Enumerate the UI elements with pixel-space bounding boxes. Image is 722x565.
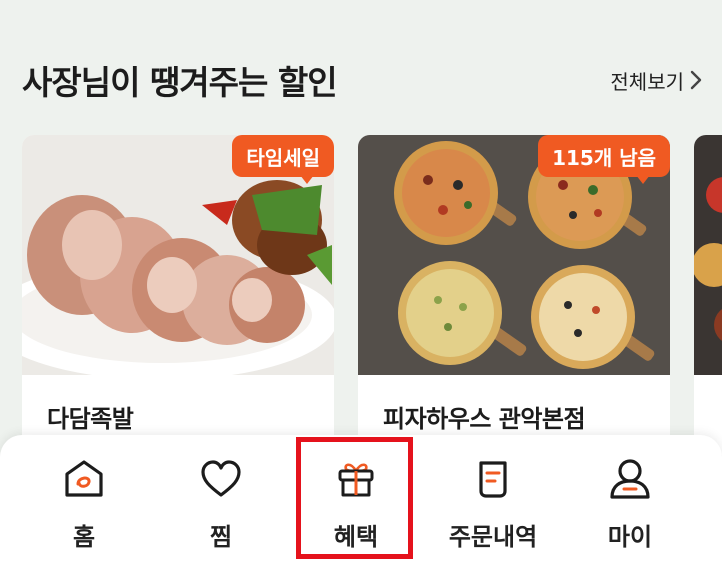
chevron-right-icon: [690, 70, 702, 90]
tab-home-label: 홈: [72, 523, 96, 551]
see-all-label: 전체보기: [610, 69, 684, 94]
tab-my[interactable]: 마이: [565, 455, 695, 555]
tab-home[interactable]: 홈: [19, 455, 149, 555]
tab-orders[interactable]: 주문내역: [428, 455, 558, 555]
store-thumbnail: 115개 남음: [358, 135, 670, 375]
store-name: 다담족발: [47, 405, 134, 433]
badge-tail: [300, 175, 314, 184]
tab-favorites[interactable]: 찜: [156, 455, 286, 555]
remaining-count-badge: 115개 남음: [538, 135, 670, 177]
store-name: 피자하우스 관악본점: [383, 405, 586, 433]
section-header: 사장님이 땡겨주는 할인 전체보기: [22, 55, 702, 105]
section-title: 사장님이 땡겨주는 할인: [22, 63, 338, 102]
home-icon: [60, 455, 108, 503]
badge-tail: [636, 175, 650, 184]
tab-my-label: 마이: [607, 523, 653, 551]
see-all-link[interactable]: 전체보기: [610, 66, 702, 95]
tab-orders-label: 주문내역: [448, 523, 538, 551]
time-sale-badge: 타임세일: [232, 135, 334, 177]
person-icon: [606, 455, 654, 503]
receipt-icon: [469, 455, 517, 503]
store-card[interactable]: 타임세일 다담족발: [22, 135, 334, 455]
store-card-partial[interactable]: [694, 135, 722, 455]
tab-favorites-label: 찜: [209, 523, 233, 551]
heart-icon: [197, 455, 245, 503]
discount-carousel: 타임세일 다담족발 115개 남음 피자하우스 관악본점: [22, 135, 722, 455]
store-card[interactable]: 115개 남음 피자하우스 관악본점: [358, 135, 670, 455]
store-thumbnail: 타임세일: [22, 135, 334, 375]
store-thumbnail: [694, 135, 722, 375]
highlight-box: [296, 437, 413, 559]
